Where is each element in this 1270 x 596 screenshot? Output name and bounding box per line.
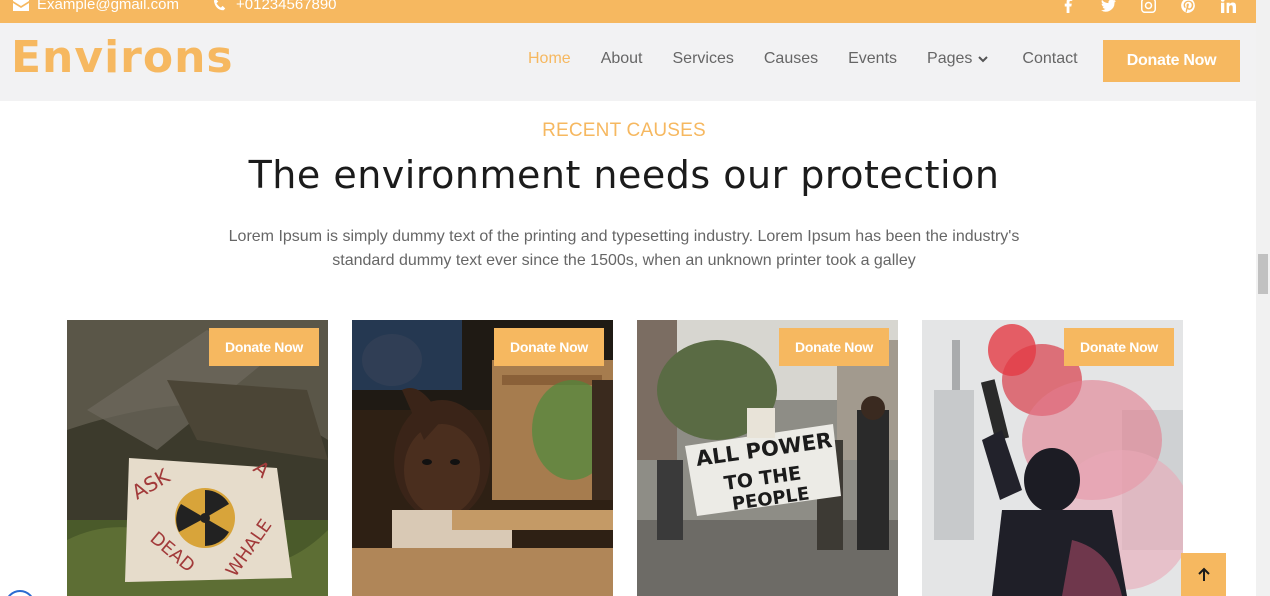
section-eyebrow: RECENT CAUSES (542, 120, 706, 141)
main-header: Environs Home About Services Causes Even… (0, 23, 1256, 101)
donate-now-button[interactable]: Donate Now (1103, 40, 1240, 82)
email-text: Example@gmail.com (37, 0, 179, 13)
instagram-icon[interactable] (1140, 0, 1156, 13)
linkedin-icon[interactable] (1220, 0, 1236, 13)
cause-card[interactable]: Donate Now (352, 320, 613, 596)
nav-causes[interactable]: Causes (764, 50, 818, 68)
social-links (1060, 0, 1236, 13)
twitter-icon[interactable] (1100, 0, 1116, 13)
chevron-down-icon (978, 56, 989, 63)
nav-services[interactable]: Services (673, 50, 734, 68)
nav-home[interactable]: Home (528, 50, 571, 68)
scroll-to-top-button[interactable] (1181, 553, 1226, 596)
scrollbar-thumb[interactable] (1258, 254, 1268, 294)
cause-card[interactable]: ASK A DEAD WHALE Donate Now (67, 320, 328, 596)
arrow-up-icon (1197, 567, 1210, 581)
envelope-icon (13, 0, 29, 11)
card-donate-button[interactable]: Donate Now (779, 328, 889, 366)
nav-events[interactable]: Events (848, 50, 897, 68)
chat-widget-icon[interactable] (5, 590, 35, 596)
section-heading: The environment needs our protection (248, 153, 1000, 197)
main-nav: Home About Services Causes Events Pages … (528, 50, 1078, 68)
phone-text: +01234567890 (236, 0, 337, 13)
nav-about[interactable]: About (601, 50, 643, 68)
pinterest-icon[interactable] (1180, 0, 1196, 13)
nav-contact[interactable]: Contact (1022, 50, 1077, 68)
phone-contact[interactable]: +01234567890 (212, 0, 337, 13)
phone-icon (213, 0, 226, 10)
email-contact[interactable]: Example@gmail.com (13, 0, 179, 13)
facebook-icon[interactable] (1060, 0, 1076, 13)
page: Example@gmail.com +01234567890 Environs … (0, 0, 1256, 596)
nav-pages[interactable]: Pages (927, 50, 989, 68)
section-description: Lorem Ipsum is simply dummy text of the … (228, 228, 1020, 269)
cause-card[interactable]: ALL POWER TO THE PEOPLE Donate Now (637, 320, 898, 596)
nav-pages-label: Pages (927, 50, 973, 67)
cause-card[interactable]: Donate Now (922, 320, 1183, 596)
card-donate-button[interactable]: Donate Now (209, 328, 319, 366)
card-donate-button[interactable]: Donate Now (1064, 328, 1174, 366)
card-donate-button[interactable]: Donate Now (494, 328, 604, 366)
page-scrollbar[interactable] (1256, 0, 1270, 596)
site-logo[interactable]: Environs (11, 32, 234, 83)
top-bar: Example@gmail.com +01234567890 (0, 0, 1256, 23)
